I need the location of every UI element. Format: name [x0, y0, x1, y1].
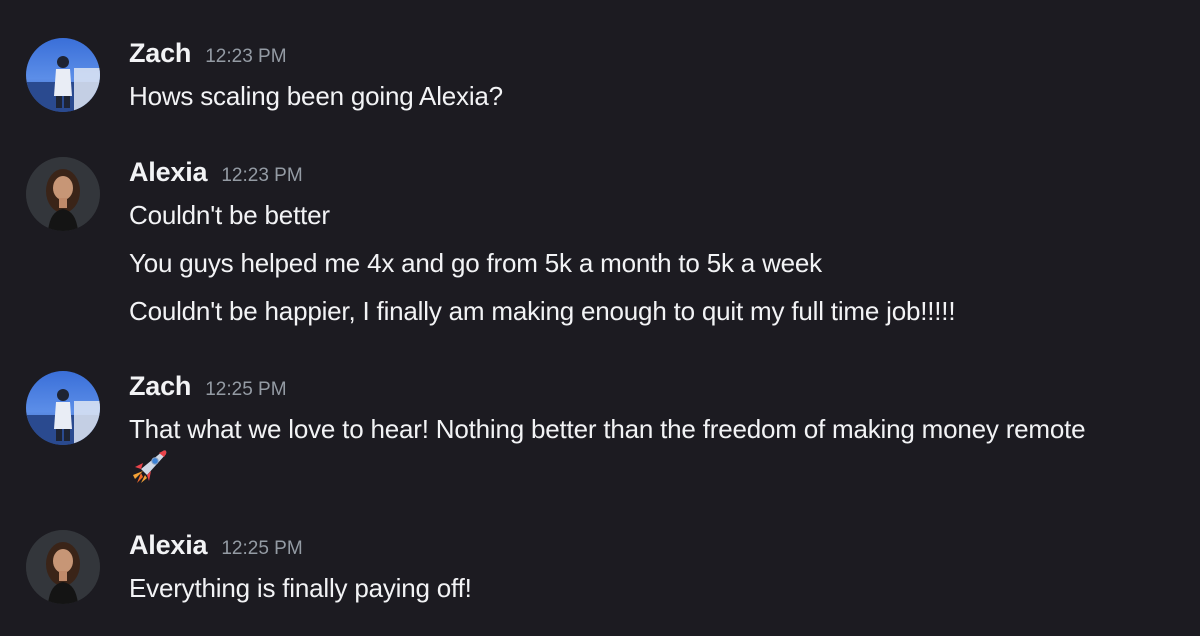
message-content: Alexia 12:23 PM Couldn't be better You g…	[129, 157, 1180, 331]
avatar[interactable]	[26, 157, 100, 231]
message-text: Everything is finally paying off!	[129, 573, 472, 603]
author-name[interactable]: Alexia	[129, 530, 208, 561]
rocket-emoji-icon	[129, 449, 169, 485]
timestamp[interactable]: 12:23 PM	[205, 46, 286, 68]
author-name[interactable]: Zach	[129, 38, 191, 69]
message-header: Zach 12:23 PM	[129, 38, 1180, 76]
message-text: Couldn't be happier, I finally am making…	[129, 296, 956, 326]
timestamp[interactable]: 12:25 PM	[205, 379, 286, 401]
message-header: Alexia 12:25 PM	[129, 530, 1180, 568]
zach-avatar-icon	[26, 371, 100, 445]
avatar[interactable]	[26, 530, 100, 604]
timestamp[interactable]: 12:25 PM	[221, 538, 302, 560]
message-text: You guys helped me 4x and go from 5k a m…	[129, 248, 822, 278]
author-name[interactable]: Zach	[129, 371, 191, 402]
alexia-avatar-icon	[26, 530, 100, 604]
zach-avatar-icon	[26, 38, 100, 112]
message-content: Zach 12:23 PM Hows scaling been going Al…	[129, 38, 1180, 116]
message-content: Zach 12:25 PM That what we love to hear!…	[129, 371, 1180, 490]
message-content: Alexia 12:25 PM Everything is finally pa…	[129, 530, 1180, 608]
message-text: That what we love to hear! Nothing bette…	[129, 409, 1109, 490]
avatar[interactable]	[26, 371, 100, 445]
message-text: Hows scaling been going Alexia?	[129, 81, 503, 111]
message-text-body: That what we love to hear! Nothing bette…	[129, 414, 1086, 444]
alexia-avatar-icon	[26, 157, 100, 231]
timestamp[interactable]: 12:23 PM	[221, 165, 302, 187]
avatar[interactable]	[26, 38, 100, 112]
message-header: Alexia 12:23 PM	[129, 157, 1180, 195]
author-name[interactable]: Alexia	[129, 157, 208, 188]
message-text: Couldn't be better	[129, 200, 330, 230]
message-header: Zach 12:25 PM	[129, 371, 1180, 409]
